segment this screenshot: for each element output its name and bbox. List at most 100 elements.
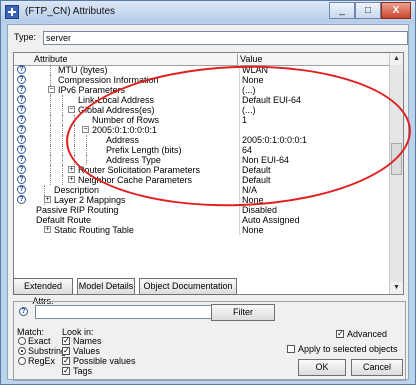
- close-button[interactable]: X: [381, 2, 411, 19]
- match-exact-label: Exact: [28, 336, 51, 346]
- attribute-value[interactable]: 2005:0:1:0:0:0:1: [239, 135, 307, 145]
- tree-guide-line: [86, 155, 87, 165]
- table-row[interactable]: Default Route Auto Assigned: [14, 215, 391, 225]
- help-icon[interactable]: ?: [17, 115, 26, 124]
- minimize-button[interactable]: _: [329, 2, 355, 19]
- scroll-down-icon[interactable]: ▼: [390, 282, 403, 294]
- ok-button[interactable]: OK: [298, 359, 346, 376]
- collapse-icon[interactable]: −: [68, 106, 75, 113]
- help-icon[interactable]: ?: [17, 125, 26, 134]
- attribute-value[interactable]: None: [239, 225, 264, 235]
- attribute-value[interactable]: None: [239, 75, 264, 85]
- scroll-thumb[interactable]: [391, 143, 402, 175]
- tree-guide-line: [74, 115, 75, 125]
- tree-guide-line: [86, 135, 87, 145]
- help-icon[interactable]: ?: [17, 145, 26, 154]
- column-header-attribute[interactable]: Attribute: [34, 54, 68, 64]
- tree-guide-line: [50, 145, 51, 155]
- table-row[interactable]: ? Link-Local Address Default EUI-64: [14, 95, 391, 105]
- attribute-value[interactable]: Auto Assigned: [239, 215, 300, 225]
- attribute-value[interactable]: (...): [239, 105, 256, 115]
- help-icon[interactable]: ?: [17, 175, 26, 184]
- lookin-names-checkbox[interactable]: ✓: [62, 337, 70, 345]
- cancel-button[interactable]: Cancel: [351, 359, 403, 376]
- help-icon[interactable]: ?: [17, 135, 26, 144]
- match-regex-radio[interactable]: [18, 357, 26, 365]
- attribute-value[interactable]: Disabled: [239, 205, 277, 215]
- tree-guide-line: [62, 165, 63, 175]
- table-row[interactable]: ? Address 2005:0:1:0:0:0:1: [14, 135, 391, 145]
- extended-attrs-button[interactable]: Extended Attrs.: [13, 278, 73, 306]
- attribute-value[interactable]: Non EUI-64: [239, 155, 289, 165]
- tree-guide-line: [50, 165, 51, 175]
- table-row[interactable]: ? Compression Information None: [14, 75, 391, 85]
- table-row[interactable]: ? MTU (bytes) WLAN: [14, 65, 391, 75]
- expand-icon[interactable]: +: [44, 196, 51, 203]
- table-row[interactable]: ? + Neighbor Cache Parameters Default: [14, 175, 391, 185]
- advanced-checkbox[interactable]: ✓: [336, 330, 344, 338]
- help-icon[interactable]: ?: [17, 155, 26, 164]
- help-icon[interactable]: ?: [19, 307, 28, 316]
- expand-icon[interactable]: +: [44, 226, 51, 233]
- collapse-icon[interactable]: −: [48, 86, 55, 93]
- tree-guide-line: [50, 175, 51, 185]
- help-icon[interactable]: ?: [17, 165, 26, 174]
- match-substring-radio[interactable]: [18, 347, 26, 355]
- help-icon[interactable]: ?: [17, 75, 26, 84]
- attribute-value[interactable]: N/A: [239, 185, 257, 195]
- attribute-value[interactable]: (...): [239, 85, 256, 95]
- attribute-value[interactable]: Default: [239, 165, 271, 175]
- table-row[interactable]: ? −2005:0:1:0:0:0:1: [14, 125, 391, 135]
- tree-guide-line: [50, 115, 51, 125]
- table-row[interactable]: ? − IPv6 Parameters (...): [14, 85, 391, 95]
- table-row[interactable]: Passive RIP Routing Disabled: [14, 205, 391, 215]
- maximize-button[interactable]: □: [355, 2, 381, 19]
- vertical-scrollbar[interactable]: ▲ ▼: [389, 53, 403, 294]
- table-row[interactable]: ? + Router Solicitation Parameters Default: [14, 165, 391, 175]
- lookin-possible-values-checkbox[interactable]: ✓: [62, 357, 70, 365]
- attribute-value[interactable]: Default EUI-64: [239, 95, 301, 105]
- help-icon[interactable]: ?: [17, 65, 26, 74]
- lookin-tags-checkbox[interactable]: ✓: [62, 367, 70, 375]
- lookin-values-checkbox[interactable]: ✓: [62, 347, 70, 355]
- object-documentation-button[interactable]: Object Documentation: [139, 278, 237, 295]
- filter-button[interactable]: Filter: [211, 304, 275, 321]
- tree-guide-line: [50, 135, 51, 145]
- model-details-button[interactable]: Model Details: [77, 278, 135, 295]
- column-header-value[interactable]: Value: [237, 54, 262, 65]
- help-icon[interactable]: ?: [17, 195, 26, 204]
- tree-guide-line: [86, 145, 87, 155]
- help-icon[interactable]: ?: [17, 95, 26, 104]
- attribute-value[interactable]: Default: [239, 175, 271, 185]
- table-row[interactable]: ? Prefix Length (bits) 64: [14, 145, 391, 155]
- table-row[interactable]: ? Address Type Non EUI-64: [14, 155, 391, 165]
- expand-icon[interactable]: +: [68, 166, 75, 173]
- attribute-name: Number of Rows: [92, 115, 160, 125]
- title-bar[interactable]: (FTP_CN) Attributes _ □ X: [1, 1, 415, 23]
- attribute-name: Address: [106, 135, 140, 145]
- table-row[interactable]: ? + Layer 2 Mappings None: [14, 195, 391, 205]
- table-row[interactable]: ? Description N/A: [14, 185, 391, 195]
- apply-selected-checkbox[interactable]: [287, 345, 295, 353]
- attribute-name: Link-Local Address: [78, 95, 155, 105]
- expand-icon[interactable]: +: [68, 176, 75, 183]
- match-exact-radio[interactable]: [18, 337, 26, 345]
- tree-guide-line: [62, 115, 63, 125]
- help-icon[interactable]: ?: [17, 185, 26, 194]
- help-icon[interactable]: ?: [17, 105, 26, 114]
- table-row[interactable]: + Static Routing Table None: [14, 225, 391, 235]
- attribute-value[interactable]: None: [239, 195, 264, 205]
- tree-guide-line: [62, 175, 63, 185]
- type-field[interactable]: server: [43, 31, 408, 45]
- table-row[interactable]: ? − Global Address(es) (...): [14, 105, 391, 115]
- attribute-value[interactable]: 1: [239, 115, 247, 125]
- attribute-value[interactable]: [239, 125, 242, 135]
- attribute-value[interactable]: WLAN: [239, 65, 268, 75]
- scroll-up-icon[interactable]: ▲: [390, 53, 403, 65]
- advanced-label: Advanced: [347, 329, 388, 339]
- attribute-name: Router Solicitation Parameters: [78, 165, 201, 175]
- attribute-value[interactable]: 64: [239, 145, 252, 155]
- help-icon[interactable]: ?: [17, 85, 26, 94]
- table-row[interactable]: ? Number of Rows 1: [14, 115, 391, 125]
- collapse-icon[interactable]: −: [82, 126, 89, 133]
